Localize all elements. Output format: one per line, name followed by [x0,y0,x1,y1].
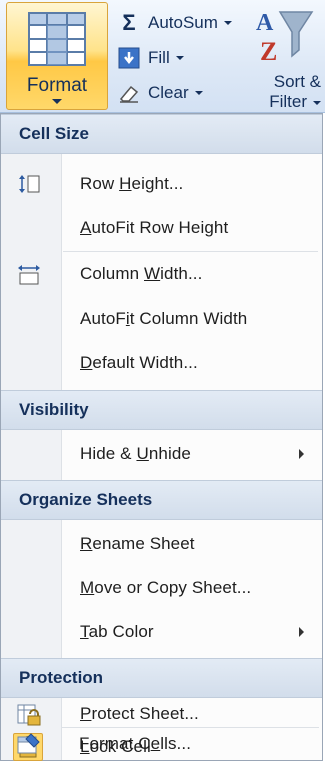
protect-sheet-icon [17,704,41,726]
format-grid-icon [28,12,86,66]
menu-item-autofit-row-height[interactable]: AutoFit Row Height [1,206,322,250]
menu-item-label: Move or Copy Sheet... [80,578,252,597]
fill-down-icon [118,47,140,69]
section-header-visibility: Visibility [1,390,322,430]
menu-item-label: AutoFit Row Height [80,218,229,237]
menu-item-label: AutoFit Column Width [80,309,248,328]
menu-item-row-height[interactable]: Row Height... [1,162,322,206]
menu-item-column-width[interactable]: Column Width... [1,252,322,296]
chevron-down-icon [52,99,62,104]
eraser-icon [118,82,140,104]
section-header-protection: Protection [1,658,322,698]
sort-filter-label: Sort & Filter [269,72,321,111]
format-cells-icon [17,733,40,754]
autosum-button[interactable]: Σ AutoSum [118,6,232,40]
menu-item-format-cells[interactable]: Format Cells... [1,728,322,760]
ribbon-cells-editing-group: Format Σ AutoSum Fill Clear A Z Sort & F… [0,0,325,113]
menu-item-label: Protect Sheet... [80,704,199,723]
fill-button[interactable]: Fill [118,41,184,75]
row-height-icon [19,175,40,193]
format-button-label: Format [26,75,88,96]
menu-item-default-width[interactable]: Default Width... [1,341,322,385]
clear-label: Clear [148,83,189,102]
menu-item-label: Default Width... [80,353,198,372]
menu-item-label: Column Width... [80,264,203,283]
clear-button[interactable]: Clear [118,76,203,110]
chevron-down-icon [223,21,232,25]
fill-label: Fill [148,48,170,67]
menu-item-label: Tab Color [80,622,154,641]
submenu-arrow-icon [299,449,304,459]
menu-item-label: Hide & Unhide [80,444,191,463]
autosum-label: AutoSum [148,13,218,32]
menu-item-hide-unhide[interactable]: Hide & Unhide [1,432,322,476]
format-dropdown-menu: Cell Size Row Height... AutoFit Row Heig… [0,113,323,761]
chevron-down-icon [194,91,203,95]
sigma-icon: Σ [122,10,136,35]
chevron-down-icon [313,100,321,105]
column-width-icon [18,265,40,285]
menu-item-label: Row Height... [80,174,184,193]
menu-item-label: Rename Sheet [80,534,195,553]
sort-filter-icon: A Z [256,10,314,66]
menu-item-rename-sheet[interactable]: Rename Sheet [1,522,322,566]
sort-filter-button[interactable]: A Z Sort & Filter [248,2,325,111]
menu-item-tab-color[interactable]: Tab Color [1,610,322,654]
svg-text:A: A [256,10,274,36]
format-button[interactable]: Format [6,2,108,110]
menu-item-move-or-copy-sheet[interactable]: Move or Copy Sheet... [1,566,322,610]
menu-item-autofit-column-width[interactable]: AutoFit Column Width [1,297,322,341]
section-header-cell-size: Cell Size [1,114,322,154]
submenu-arrow-icon [299,627,304,637]
menu-item-label: Format Cells... [79,734,192,753]
section-header-organize-sheets: Organize Sheets [1,480,322,520]
chevron-down-icon [175,56,184,60]
svg-text:Z: Z [260,37,277,66]
